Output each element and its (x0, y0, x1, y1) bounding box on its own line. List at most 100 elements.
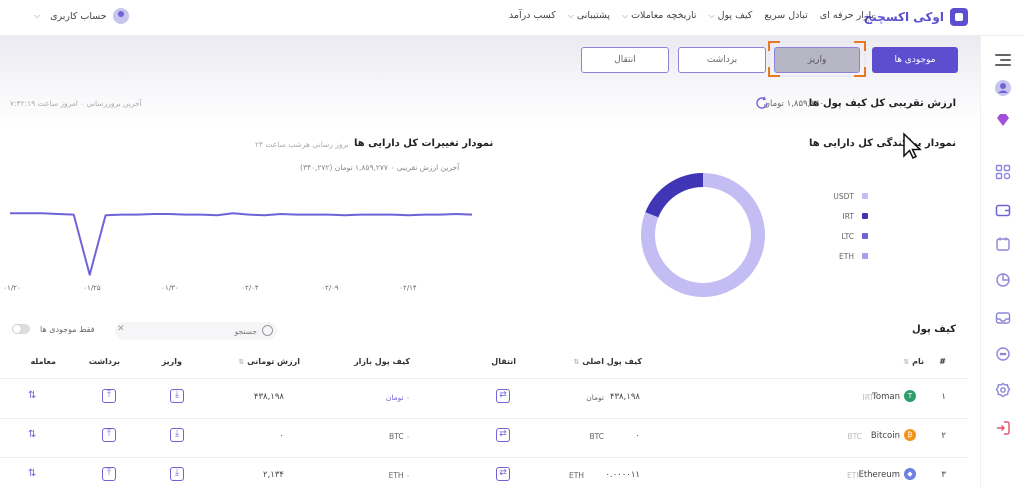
col-header-main-wallet-label: کیف پول اصلی (582, 357, 642, 366)
asset-change-line-chart: ۰۱/۲۰ ۰۱/۲۵ ۰۱/۳۰ ۰۲/۰۴ ۰۲/۰۹ ۰۲/۱۴ (3, 212, 473, 292)
main-wallet-balance: ۰ (635, 431, 640, 441)
nav-item[interactable]: کیف پول ⌵ (709, 10, 753, 21)
coin-symbol: ETH (847, 471, 862, 480)
inbox-icon[interactable] (995, 310, 1011, 326)
wallet-table-title: کیف پول (912, 324, 956, 335)
col-header-toman-value[interactable]: ارزش تومانی⇅ (238, 357, 300, 366)
trade-action-icon[interactable]: ⇅ (28, 429, 36, 440)
diamond-icon[interactable] (995, 112, 1011, 128)
pie-chart-icon[interactable] (995, 272, 1011, 288)
brand[interactable]: اوکی اکسچنج (864, 8, 968, 26)
x-tick-label: ۰۱/۲۰ (3, 284, 20, 292)
legend-item: ETH (828, 246, 868, 266)
user-menu-label: حساب کاربری (50, 10, 107, 22)
withdraw-action-icon[interactable]: ⤒ (102, 389, 116, 403)
page: اوکی اکسچنج بازار حرفه ای تبادل سریع کیف پ… (0, 0, 1024, 488)
row-index: ۱ (941, 392, 946, 402)
logout-icon[interactable] (995, 420, 1011, 436)
withdraw-action-icon[interactable]: ⤒ (102, 467, 116, 481)
nav-item[interactable]: تبادل سریع (764, 10, 807, 21)
refresh-icon[interactable] (755, 96, 769, 110)
x-tick-label: ۰۱/۲۵ (83, 284, 101, 292)
sort-icon: ⇅ (238, 358, 245, 366)
chevron-down-icon: ⌵ (34, 11, 41, 20)
coin-symbol: BTC (847, 432, 862, 441)
last-update-info: آخرین بروزرسانی ۰ امروز ساعت ۷:۳۲:۱۹ (10, 99, 142, 108)
calendar-icon[interactable] (995, 236, 1011, 252)
withdraw-button[interactable]: برداشت (678, 47, 766, 73)
menu-toggle-icon[interactable] (995, 54, 1011, 70)
main-wallet-unit: ETH (569, 471, 584, 480)
brand-logo-icon (950, 8, 968, 26)
transfer-button[interactable]: انتقال (581, 47, 669, 73)
profile-icon[interactable] (995, 80, 1011, 96)
row-index: ۲ (941, 431, 946, 441)
deposit-action-icon[interactable]: ⤓ (170, 389, 184, 403)
withdraw-action-icon[interactable]: ⤒ (102, 428, 116, 442)
nav-item-label: کیف پول (717, 10, 753, 21)
transfer-action-icon[interactable]: ⇄ (496, 389, 510, 403)
transfer-action-icon[interactable]: ⇄ (496, 467, 510, 481)
legend-item: USDT (828, 186, 868, 206)
col-header-withdraw: برداشت (88, 357, 120, 366)
row-index: ۳ (941, 470, 946, 480)
main-wallet-unit: تومان (586, 393, 604, 402)
market-wallet-balance: ۰ ETH (388, 471, 410, 480)
col-header-transfer: انتقال (491, 357, 516, 366)
assets-button[interactable]: موجودی ها (872, 47, 958, 73)
coin-icon-irt: T (904, 390, 916, 402)
col-header-market-wallet: کیف پول بازار (354, 357, 410, 366)
legend-swatch (862, 213, 868, 219)
col-header-name-label: نام (912, 357, 924, 366)
transfer-action-icon[interactable]: ⇄ (496, 428, 510, 442)
distribution-donut-chart (641, 173, 765, 297)
sort-icon: ⇅ (573, 358, 580, 366)
deposit-action-icon[interactable]: ⤓ (170, 467, 184, 481)
clear-search-icon[interactable]: ✕ (117, 324, 125, 334)
nav-item-label: بازار حرفه ای (819, 10, 874, 21)
sidebar (980, 36, 1024, 488)
asset-change-update-note: بروز رسانی هرشب ساعت ۲۴ (255, 140, 349, 149)
wallet-search-input[interactable] (139, 325, 257, 337)
deposit-button[interactable]: واریز (774, 47, 860, 73)
distribution-legend: USDT IRT LTC ETH (828, 186, 868, 266)
top-navbar: اوکی اکسچنج بازار حرفه ای تبادل سریع کیف پ… (0, 0, 1024, 36)
main-nav: بازار حرفه ای تبادل سریع کیف پول ⌵ تاریخچه م… (509, 10, 874, 21)
col-header-toman-value-label: ارزش تومانی (247, 357, 300, 366)
asset-change-last-value: آخرین ارزش تقریبی ۰ ۱,۸۵۹,۲۷۷ تومان (۳۴۰… (300, 163, 460, 172)
user-menu[interactable]: ⌵ حساب کاربری (34, 8, 129, 24)
nav-item[interactable]: بازار حرفه ای (820, 10, 874, 21)
dashboard-icon[interactable] (995, 164, 1011, 180)
col-header-main-wallet[interactable]: کیف پول اصلی⇅ (573, 357, 642, 366)
nav-item-label: تاریخچه معاملات (631, 10, 697, 21)
trade-action-icon[interactable]: ⇅ (28, 468, 36, 479)
table-divider (0, 418, 968, 419)
legend-label: ETH (839, 251, 854, 261)
toman-value: ۰ (279, 431, 284, 441)
deposit-action-icon[interactable]: ⤓ (170, 428, 184, 442)
chevron-down-icon: ⌵ (567, 10, 574, 20)
wallet-search[interactable]: ✕ (115, 322, 277, 340)
wallet-icon[interactable] (995, 202, 1011, 218)
trade-action-icon[interactable]: ⇅ (28, 390, 36, 401)
x-tick-label: ۰۲/۱۴ (399, 284, 417, 292)
search-icon (262, 325, 273, 336)
x-tick-label: ۰۲/۰۴ (241, 284, 259, 292)
col-header-name[interactable]: نام⇅ (903, 357, 924, 366)
nav-item-label: پشتیبانی (576, 10, 611, 21)
legend-swatch (862, 253, 868, 259)
settings-gear-icon[interactable] (995, 382, 1011, 398)
wallet-value-title: ارزش تقریبی کل کیف پول ها (808, 98, 956, 109)
asset-change-chart-title: نمودار تغییرات کل دارایی ها (354, 138, 494, 149)
chevron-down-icon: ⌵ (622, 10, 629, 20)
toman-value: ۲,۱۳۴ (263, 470, 284, 480)
legend-label: IRT (842, 211, 854, 221)
only-balance-toggle[interactable] (12, 324, 30, 334)
x-tick-label: ۰۱/۳۰ (161, 284, 178, 292)
brand-name: اوکی اکسچنج (863, 10, 944, 24)
nav-item[interactable]: پشتیبانی ⌵ (568, 10, 610, 21)
support-icon[interactable] (995, 346, 1011, 362)
legend-item: IRT (828, 206, 868, 226)
nav-item[interactable]: کسب درآمد (509, 10, 556, 21)
nav-item[interactable]: تاریخچه معاملات ⌵ (622, 10, 697, 21)
